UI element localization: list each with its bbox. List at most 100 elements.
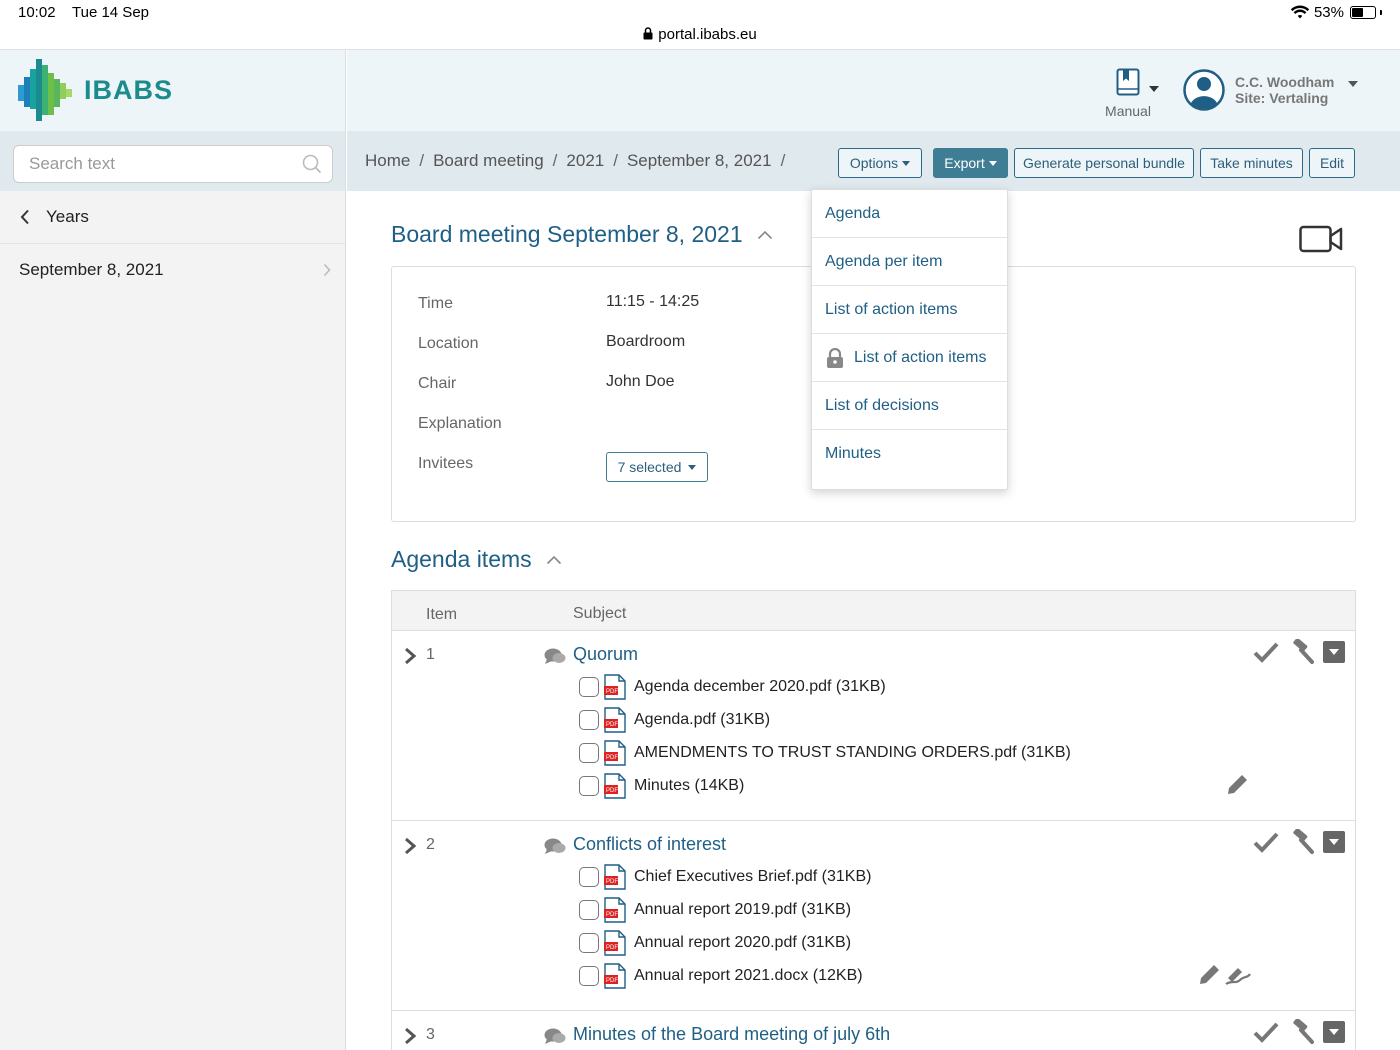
generate-bundle-button[interactable]: Generate personal bundle [1014,148,1194,178]
export-menu-item-label: Agenda [825,204,881,222]
document-checkbox[interactable] [579,742,599,763]
export-button[interactable]: Export [933,148,1008,178]
document-item[interactable]: PDF Agenda.pdf (31KB) [579,703,770,736]
document-item[interactable]: PDF Annual report 2021.docx (12KB) [579,959,863,992]
document-checkbox[interactable] [579,866,599,887]
years-back-link[interactable]: Years [0,191,345,244]
video-camera-icon[interactable] [1299,225,1343,253]
document-name[interactable]: Annual report 2021.docx (12KB) [634,967,863,985]
bundle-label: Generate personal bundle [1023,155,1185,171]
approve-check-icon[interactable] [1253,1021,1279,1043]
chevron-up-icon[interactable] [546,555,562,565]
chevron-right-icon[interactable] [403,1027,417,1045]
gavel-icon[interactable] [1287,1019,1315,1045]
document-checkbox[interactable] [579,676,599,697]
sidebar-item-meeting[interactable]: September 8, 2021 [0,244,345,296]
approve-check-icon[interactable] [1253,641,1279,663]
gavel-icon[interactable] [1287,639,1315,665]
ibabs-logo-icon [18,58,72,121]
search-input[interactable] [14,146,294,182]
meeting-title[interactable]: Board meeting September 8, 2021 [391,221,773,248]
document-name[interactable]: Agenda.pdf (31KB) [634,711,770,729]
options-button[interactable]: Options [838,148,922,178]
breadcrumb-date[interactable]: September 8, 2021 [627,151,772,171]
logo[interactable]: IBABS [0,50,345,131]
export-menu-item[interactable]: List of decisions [812,382,1007,430]
invitees-select[interactable]: 7 selected [606,452,708,482]
manual-button[interactable]: Manual [1097,68,1159,119]
svg-text:PDF: PDF [606,978,618,984]
agenda-row: 1 Quorum PDF Agenda december 2020.pdf (31KB… [392,631,1355,821]
search-area [0,131,345,191]
document-name[interactable]: Annual report 2020.pdf (31KB) [634,934,851,952]
detail-label: Chair [418,375,457,392]
export-menu-item[interactable]: List of action items [812,286,1007,334]
document-checkbox[interactable] [579,775,599,796]
chevron-left-icon [20,209,29,225]
breadcrumb-home[interactable]: Home [365,151,410,171]
breadcrumb: Home / Board meeting / 2021 / September 8, … [365,151,794,171]
document-name[interactable]: AMENDMENTS TO TRUST STANDING ORDERS.pdf … [634,744,1071,762]
export-dropdown-menu: Agenda Agenda per item List of action item… [811,189,1008,490]
document-checkbox[interactable] [579,932,599,953]
export-label: Export [944,155,985,171]
document-name[interactable]: Minutes (14KB) [634,777,744,795]
breadcrumb-board-meeting[interactable]: Board meeting [433,151,544,171]
agenda-title[interactable]: Agenda items [391,546,562,573]
document-name[interactable]: Chief Executives Brief.pdf (31KB) [634,868,871,886]
signature-icon[interactable] [1224,962,1252,986]
comment-bubbles-icon[interactable] [544,1027,566,1045]
export-menu-item[interactable]: Minutes [812,430,1007,478]
export-menu-item[interactable]: List of action items [812,334,1007,382]
comment-bubbles-icon[interactable] [544,647,566,665]
caret-down-icon [988,160,997,166]
breadcrumb-year[interactable]: 2021 [566,151,604,171]
document-name[interactable]: Annual report 2019.pdf (31KB) [634,901,851,919]
logo-text: IBABS [84,75,174,105]
detail-value: John Doe [606,373,675,390]
agenda-item-subject[interactable]: Minutes of the Board meeting of july 6th [573,1024,890,1045]
breadcrumb-separator: / [419,151,425,170]
user-menu[interactable]: C.C. Woodham Site: Vertaling [1183,69,1359,111]
chevron-right-icon[interactable] [403,837,417,855]
svg-text:PDF: PDF [606,755,618,761]
document-item[interactable]: PDF Annual report 2019.pdf (31KB) [579,893,851,926]
chevron-right-icon [323,263,331,277]
document-checkbox[interactable] [579,709,599,730]
agenda-row: 3 Minutes of the Board meeting of july 6t… [392,1011,1355,1050]
take-minutes-button[interactable]: Take minutes [1200,148,1303,178]
export-menu-item[interactable]: Agenda per item [812,238,1007,286]
comment-bubbles-icon[interactable] [544,837,566,855]
document-item[interactable]: PDF Chief Executives Brief.pdf (31KB) [579,860,871,893]
row-menu-button[interactable] [1323,641,1345,663]
document-item[interactable]: PDF AMENDMENTS TO TRUST STANDING ORDERS.p… [579,736,1071,769]
address-bar[interactable]: portal.ibabs.eu [0,26,1400,43]
pencil-icon[interactable] [1196,962,1222,988]
take-minutes-label: Take minutes [1210,155,1293,171]
pdf-file-icon: PDF [604,863,626,890]
export-menu-item[interactable]: Agenda [812,190,1007,238]
wifi-icon [1290,5,1310,19]
pdf-file-icon: PDF [604,896,626,923]
document-checkbox[interactable] [579,965,599,986]
gavel-icon[interactable] [1287,829,1315,855]
document-item[interactable]: PDF Minutes (14KB) [579,769,744,802]
row-menu-button[interactable] [1323,831,1345,853]
chevron-up-icon[interactable] [757,230,773,240]
row-menu-button[interactable] [1323,1021,1345,1043]
document-checkbox[interactable] [579,899,599,920]
pencil-icon[interactable] [1224,772,1250,798]
chevron-right-icon[interactable] [403,647,417,665]
agenda-item-subject[interactable]: Quorum [573,644,638,665]
pdf-file-icon: PDF [604,929,626,956]
edit-button[interactable]: Edit [1309,148,1355,178]
search-icon[interactable] [302,154,322,174]
approve-check-icon[interactable] [1253,831,1279,853]
document-item[interactable]: PDF Agenda december 2020.pdf (31KB) [579,670,886,703]
agenda-item-subject[interactable]: Conflicts of interest [573,834,726,855]
years-label: Years [46,207,89,226]
document-item[interactable]: PDF Annual report 2020.pdf (31KB) [579,926,851,959]
user-site: Site: Vertaling [1235,90,1329,106]
document-name[interactable]: Agenda december 2020.pdf (31KB) [634,678,886,696]
agenda-rows: 1 Quorum PDF Agenda december 2020.pdf (31KB… [392,631,1355,1050]
